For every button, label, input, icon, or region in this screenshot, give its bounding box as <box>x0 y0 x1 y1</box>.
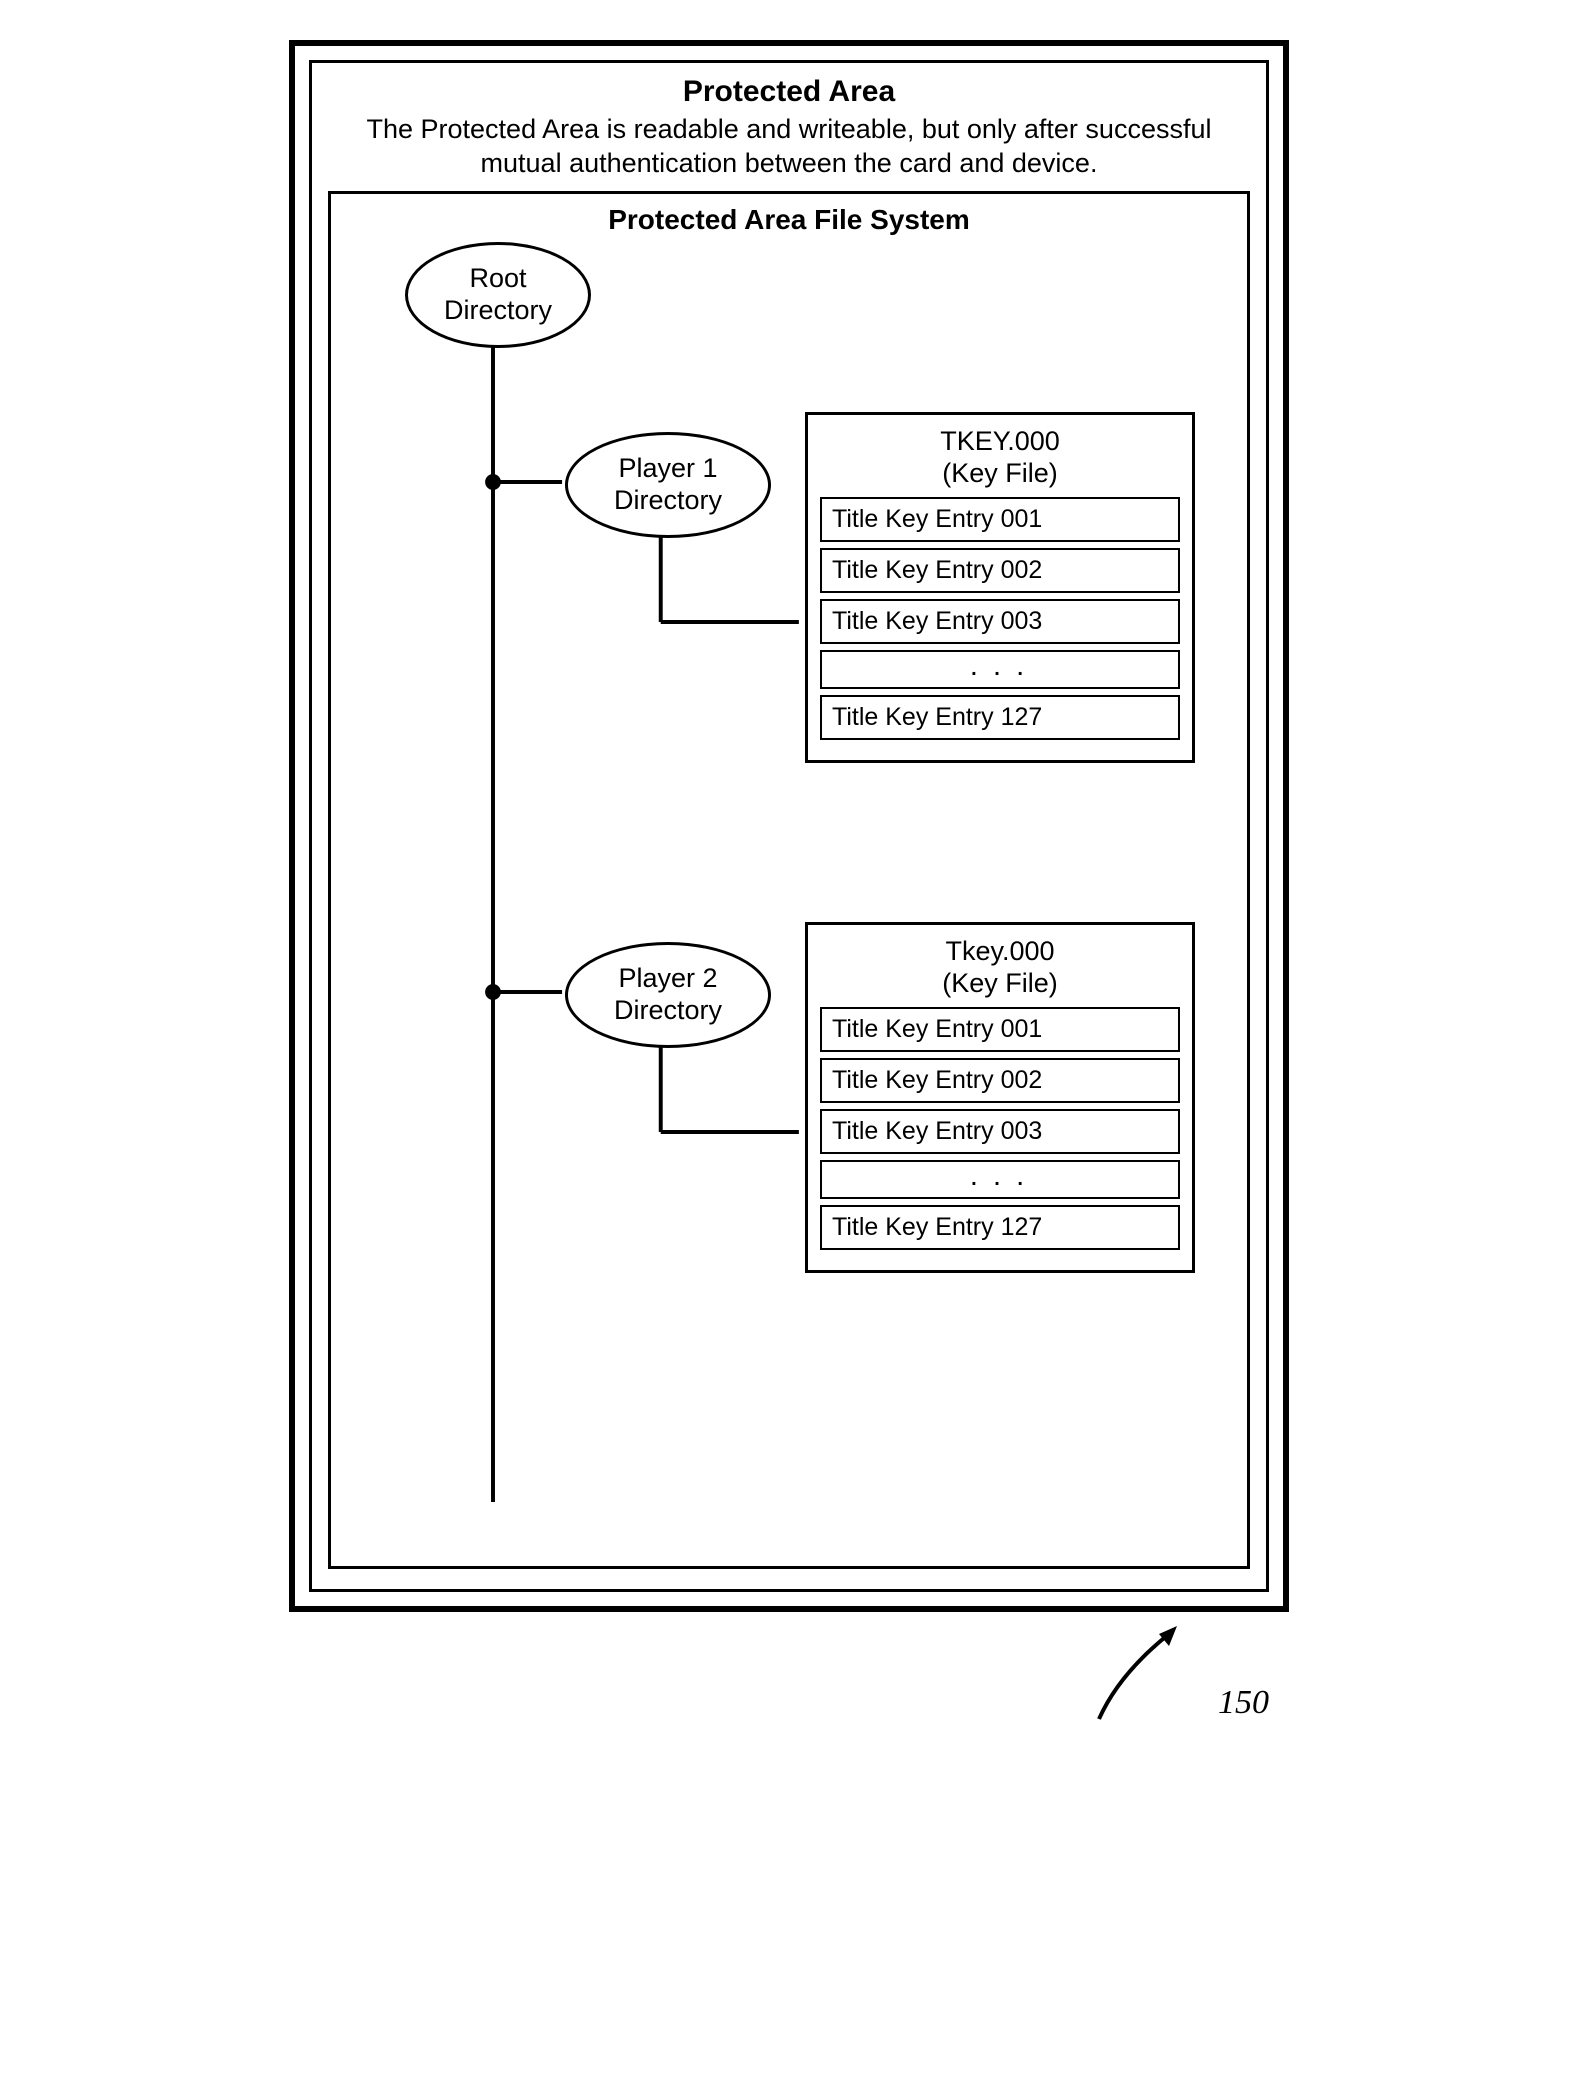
player1-keyfile-box: TKEY.000 (Key File) Title Key Entry 001 … <box>805 412 1195 764</box>
reference-arrow-icon <box>289 1624 1289 1744</box>
keyfile-entry-ellipsis: . . . <box>820 650 1180 689</box>
protected-area-description: The Protected Area is readable and write… <box>328 113 1250 181</box>
player2-keyfile-subtitle: (Key File) <box>942 968 1058 998</box>
player1-directory-label: Player 1 Directory <box>614 453 722 515</box>
keyfile-entry: Title Key Entry 001 <box>820 497 1180 542</box>
reference-arrow-area: 150 <box>289 1624 1289 1744</box>
keyfile-entry: Title Key Entry 002 <box>820 1058 1180 1103</box>
keyfile-entry: Title Key Entry 003 <box>820 1109 1180 1154</box>
tree-area: Root Directory Player 1 Directory TKEY.0… <box>345 242 1233 1542</box>
protected-area-box: Protected Area The Protected Area is rea… <box>309 60 1269 1592</box>
player2-directory-label: Player 2 Directory <box>614 963 722 1025</box>
player1-directory-node: Player 1 Directory <box>565 432 771 538</box>
keyfile-entry: Title Key Entry 002 <box>820 548 1180 593</box>
keyfile-entry: Title Key Entry 127 <box>820 695 1180 740</box>
filesystem-title: Protected Area File System <box>345 204 1233 236</box>
reference-number: 150 <box>1218 1684 1269 1722</box>
player1-keyfile-title: TKEY.000 (Key File) <box>820 425 1180 490</box>
protected-area-title: Protected Area <box>328 75 1250 109</box>
player1-keyfile-subtitle: (Key File) <box>942 458 1058 488</box>
keyfile-entry: Title Key Entry 003 <box>820 599 1180 644</box>
keyfile-entry: Title Key Entry 127 <box>820 1205 1180 1250</box>
player2-keyfile-name: Tkey.000 <box>945 936 1054 966</box>
player2-keyfile-box: Tkey.000 (Key File) Title Key Entry 001 … <box>805 922 1195 1274</box>
filesystem-box: Protected Area File System <box>328 191 1250 1569</box>
player2-directory-node: Player 2 Directory <box>565 942 771 1048</box>
keyfile-entry-ellipsis: . . . <box>820 1160 1180 1199</box>
root-directory-node: Root Directory <box>405 242 591 348</box>
root-directory-label: Root Directory <box>444 263 552 325</box>
player1-keyfile-name: TKEY.000 <box>940 426 1060 456</box>
outer-frame: Protected Area The Protected Area is rea… <box>289 40 1289 1612</box>
keyfile-entry: Title Key Entry 001 <box>820 1007 1180 1052</box>
player2-keyfile-title: Tkey.000 (Key File) <box>820 935 1180 1000</box>
